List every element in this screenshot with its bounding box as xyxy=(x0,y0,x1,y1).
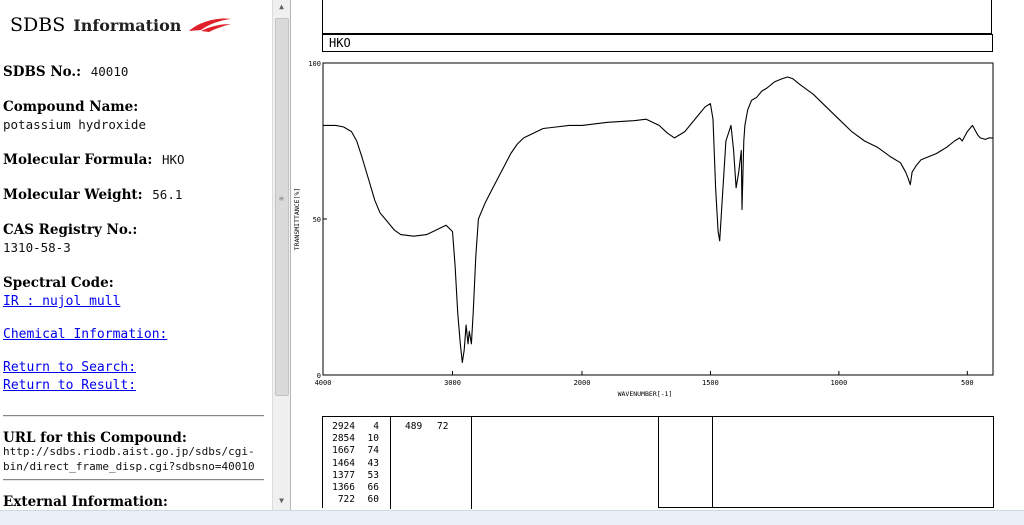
ir-nujol-mull-link[interactable]: IR : nujol mull xyxy=(3,294,120,309)
weight-value: 56.1 xyxy=(152,187,183,202)
y-axis-label: TRANSMITTANCE[%] xyxy=(293,188,301,251)
peak-column-1: 2924 4 2854 10 1667 74 1464 43 1377 53 1366 66 722 60 xyxy=(323,417,391,509)
plot-frame xyxy=(322,62,994,376)
peak-transmittance: 60 xyxy=(367,494,379,506)
spectral-code-label: Spectral Code: xyxy=(3,275,114,291)
external-information-label: External Information: xyxy=(3,494,168,510)
sdbs-header: SDBS Information xyxy=(10,14,233,36)
return-to-search-link[interactable]: Return to Search: xyxy=(3,360,136,375)
x-tick-label: 1000 xyxy=(830,379,847,387)
x-axis-label: WAVENUMBER[-1] xyxy=(618,390,673,398)
cas-value: 1310-58-3 xyxy=(3,240,71,255)
peak-transmittance: 53 xyxy=(367,469,379,481)
scroll-up-icon[interactable]: ▲ xyxy=(273,0,290,14)
chemical-info-row: Chemical Information: xyxy=(3,323,167,342)
peak-transmittance: 66 xyxy=(367,482,379,493)
y-tick-label: 50 xyxy=(313,216,321,224)
y-tick-label: 100 xyxy=(308,60,321,68)
spectral-code-label-row: Spectral Code: xyxy=(3,272,114,291)
scrollbar-thumb[interactable]: ≡ xyxy=(275,18,289,396)
compound-name-label: Compound Name: xyxy=(3,96,138,115)
peak-wavenumber: 1377 xyxy=(332,469,355,481)
peak-column-2: 489 72 xyxy=(391,417,472,509)
weight-label: Molecular Weight: xyxy=(3,187,143,203)
spectrum-line xyxy=(323,76,993,364)
ir-spectrum-chart: 4000 3000 2000 1500 1000 500 0 50 100 WAVENUMBER[… xyxy=(293,60,994,398)
compound-name-label-text: Compound Name: xyxy=(3,99,139,115)
spectrum-header-box: HKO xyxy=(322,34,993,52)
peak-transmittance: 10 xyxy=(367,433,379,445)
divider xyxy=(3,479,264,481)
peak-transmittance: 74 xyxy=(367,445,379,457)
spectrum-header-text: HKO xyxy=(329,36,351,50)
x-tick-label: 500 xyxy=(961,379,974,387)
scroll-down-icon[interactable]: ▼ xyxy=(273,494,290,508)
info-panel: SDBS Information SDBS No.: 40010 Compoun… xyxy=(0,0,272,510)
formula-label: Molecular Formula: xyxy=(3,152,153,168)
spectral-code-link-row: IR : nujol mull xyxy=(3,290,120,309)
sdbs-logo-icon xyxy=(189,18,232,32)
left-scrollbar[interactable]: ▲ ≡ ▼ xyxy=(272,0,290,510)
sdbs-no-row: SDBS No.: 40010 xyxy=(3,61,128,80)
sdbs-no-value: 40010 xyxy=(90,64,129,79)
peak-wavenumber: 1464 xyxy=(332,457,355,469)
cas-label-row: CAS Registry No.: xyxy=(3,219,137,238)
return-result-row: Return to Result: xyxy=(3,374,136,393)
chemical-information-link[interactable]: Chemical Information: xyxy=(3,327,167,342)
frame-divider[interactable] xyxy=(290,0,291,510)
peak-transmittance: 72 xyxy=(437,421,449,432)
peak-wavenumber: 2854 xyxy=(332,433,355,445)
compound-name-value: potassium hydroxide xyxy=(3,114,146,133)
peak-wavenumber: 1366 xyxy=(332,482,355,493)
peak-wavenumber: 722 xyxy=(337,494,355,506)
return-search-row: Return to Search: xyxy=(3,356,136,375)
peak-transmittance: 4 xyxy=(373,421,379,432)
peak-transmittance: 43 xyxy=(367,457,379,469)
y-tick-label: 0 xyxy=(317,372,321,380)
sdbs-title: SDBS xyxy=(10,14,66,36)
url-line-2: bin/direct_frame_disp.cgi?sdbsno=40010 xyxy=(3,460,255,473)
information-title: Information xyxy=(73,15,182,35)
peak-wavenumber: 2924 xyxy=(332,421,355,432)
spectrum-image-box xyxy=(322,0,992,34)
peak-table: 2924 4 2854 10 1667 74 1464 43 1377 53 1366 66 722 60… xyxy=(322,416,713,509)
grip-icon: ≡ xyxy=(279,194,284,203)
cas-value-row: 1310-58-3 xyxy=(3,237,71,256)
sdbs-no-label: SDBS No.: xyxy=(3,64,82,80)
x-tick-label: 2000 xyxy=(574,379,591,387)
status-bar xyxy=(0,510,1024,525)
formula-row: Molecular Formula: HKO xyxy=(3,149,185,168)
url-line-1: http://sdbs.riodb.aist.go.jp/sdbs/cgi- xyxy=(3,445,255,458)
external-label-row: External Information: xyxy=(3,491,168,510)
divider xyxy=(3,415,264,417)
structure-box xyxy=(658,416,994,508)
return-to-result-link[interactable]: Return to Result: xyxy=(3,378,136,393)
weight-row: Molecular Weight: 56.1 xyxy=(3,184,182,203)
compound-name-text: potassium hydroxide xyxy=(3,117,146,132)
x-tick-label: 3000 xyxy=(444,379,461,387)
cas-label: CAS Registry No.: xyxy=(3,222,138,238)
x-tick-label: 1500 xyxy=(702,379,719,387)
peak-wavenumber: 489 xyxy=(405,421,423,432)
peak-wavenumber: 1667 xyxy=(332,445,355,457)
x-tick-label: 4000 xyxy=(315,379,332,387)
formula-value: HKO xyxy=(161,152,185,167)
